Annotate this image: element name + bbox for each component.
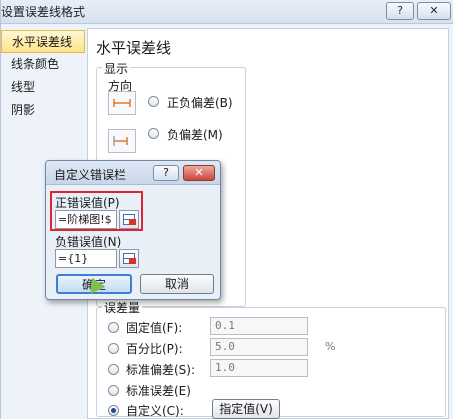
positive-error-label: 正错误值(P) — [55, 196, 120, 210]
std-deviation-input[interactable]: 1.0 — [210, 359, 308, 377]
custom-label: 自定义(C): — [126, 404, 184, 418]
std-error-label: 标准误差(E) — [126, 384, 191, 398]
window-titlebar: 设置误差线格式 ? ✕ — [1, 0, 453, 24]
std-error-radio[interactable] — [108, 385, 119, 396]
window-title: 设置误差线格式 — [1, 5, 86, 19]
plus-minus-radio[interactable] — [148, 96, 159, 107]
plus-minus-option-label: 正负偏差(B) — [167, 96, 233, 110]
sidebar: 水平误差线 线条颜色 线型 阴影 — [1, 30, 85, 122]
negative-range-selector-button[interactable] — [119, 249, 139, 268]
minus-radio[interactable] — [148, 128, 159, 139]
sidebar-item-line-color[interactable]: 线条颜色 — [1, 53, 85, 76]
dialog-titlebar: 自定义错误栏 ? ✕ — [46, 161, 220, 185]
fixed-value-input[interactable]: 0.1 — [210, 317, 308, 335]
close-button[interactable]: ✕ — [417, 2, 451, 20]
negative-error-input[interactable]: ={1} — [55, 249, 117, 268]
positive-error-input[interactable]: =阶梯图!$ — [55, 210, 117, 229]
dialog-close-button[interactable]: ✕ — [183, 165, 215, 181]
positive-range-selector-button[interactable] — [119, 210, 139, 229]
percentage-input[interactable]: 5.0 — [210, 338, 308, 356]
negative-error-label: 负错误值(N) — [55, 235, 122, 249]
std-deviation-label: 标准偏差(S): — [126, 363, 196, 377]
sidebar-item-shadow[interactable]: 阴影 — [1, 99, 85, 122]
percentage-radio[interactable] — [108, 343, 119, 354]
plus-minus-error-bar-icon — [108, 91, 136, 115]
sidebar-item-line-style[interactable]: 线型 — [1, 76, 85, 99]
percentage-label: 百分比(P): — [126, 342, 183, 356]
page-title: 水平误差线 — [96, 39, 172, 57]
minus-option-label: 负偏差(M) — [167, 128, 223, 142]
display-group-label: 显示 — [102, 60, 131, 77]
help-button[interactable]: ? — [386, 2, 414, 20]
error-amount-group-label: 误差量 — [102, 299, 143, 316]
fixed-value-radio[interactable] — [108, 322, 119, 333]
format-error-bars-window: 设置误差线格式 ? ✕ 水平误差线 线条颜色 线型 阴影 水平误差线 显示 方向… — [0, 0, 453, 419]
cancel-button[interactable]: 取消 — [140, 274, 214, 294]
custom-error-bars-dialog: 自定义错误栏 ? ✕ 正错误值(P) =阶梯图!$ 负错误值(N) ={1} 确… — [45, 160, 221, 300]
dialog-title: 自定义错误栏 — [54, 168, 127, 182]
dialog-help-button[interactable]: ? — [153, 165, 179, 181]
custom-radio[interactable] — [108, 405, 119, 416]
std-deviation-radio[interactable] — [108, 364, 119, 375]
specify-value-button[interactable]: 指定值(V) — [212, 399, 280, 419]
percentage-unit: % — [325, 340, 336, 353]
fixed-value-label: 固定值(F): — [126, 321, 183, 335]
sidebar-item-horizontal-error-bars[interactable]: 水平误差线 — [1, 30, 85, 53]
minus-error-bar-icon — [108, 129, 136, 153]
